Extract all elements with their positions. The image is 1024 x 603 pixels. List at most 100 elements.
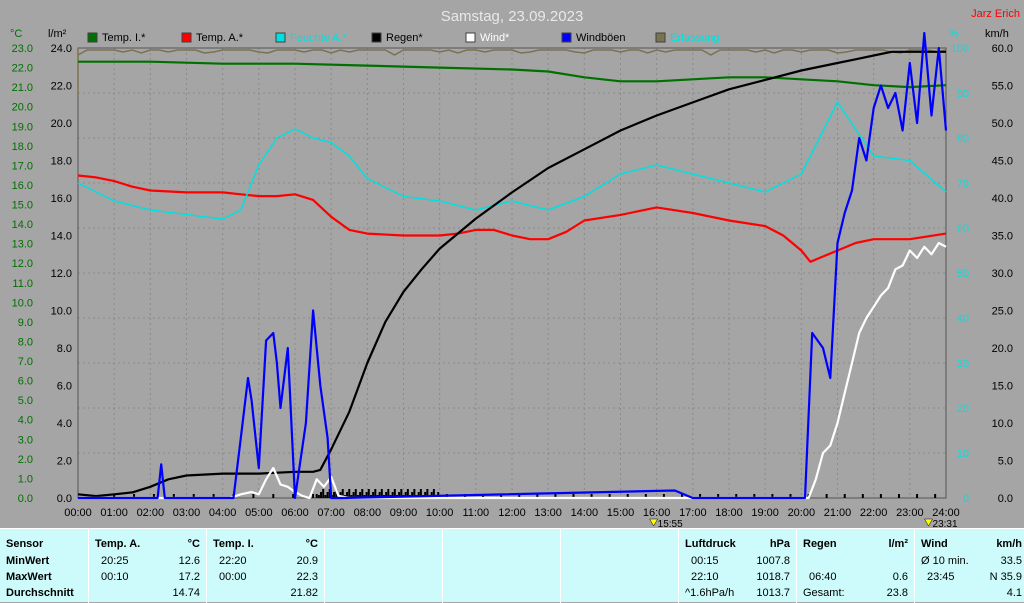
tick-hum-8: 80 [957, 133, 969, 145]
wind-max-time: 23:45 [927, 571, 955, 583]
rain-bar-12 [317, 495, 320, 498]
legend-swatch-2 [275, 32, 286, 43]
wind-unit: km/h [996, 538, 1022, 550]
tick-rain-8: 16.0 [51, 193, 72, 205]
rain-total-label: Gesamt: [803, 587, 845, 599]
tick-x-20: 20:00 [788, 507, 816, 519]
tick-temp-23: 23.0 [12, 43, 33, 55]
pressure-trend: ^1.6hPa/h [685, 587, 735, 599]
wind-column: Wind km/h Ø 10 min. 33.5 23:45 N 35.9 4.… [914, 529, 1024, 603]
tick-x-3: 03:00 [173, 507, 201, 519]
tick-temp-9: 9.0 [18, 317, 33, 329]
rain-bar-10 [312, 494, 315, 498]
pressure-max-time: 22:10 [691, 571, 719, 583]
tick-rain-1: 2.0 [57, 456, 72, 468]
legend-label-4: Wind* [480, 32, 510, 44]
legend-swatch-0 [87, 32, 98, 43]
tick-temp-4: 4.0 [18, 415, 33, 427]
temp-a-avg: 14.74 [172, 587, 200, 599]
tick-temp-7: 7.0 [18, 356, 33, 368]
tick-hum-4: 40 [957, 313, 969, 325]
tick-wind-0: 0.0 [998, 493, 1013, 505]
legend-label-0: Temp. I.* [102, 32, 146, 44]
tick-temp-11: 11.0 [12, 278, 33, 290]
tick-x-1: 01:00 [100, 507, 128, 519]
temp-a-max-val: 17.2 [178, 571, 200, 583]
temp-a-min-val: 12.6 [178, 555, 200, 567]
tick-hum-9: 90 [957, 88, 969, 100]
unit-hum: % [949, 28, 959, 40]
rain-bar-89 [825, 494, 828, 498]
tick-x-12: 12:00 [498, 507, 526, 519]
tick-temp-19: 19.0 [12, 121, 33, 133]
sensor-header: Sensor [6, 538, 44, 550]
rain-bar-11 [315, 494, 318, 498]
tick-hum-5: 50 [957, 268, 969, 280]
pressure-column: Luftdruck hPa 00:15 1007.8 22:10 1018.7 … [678, 529, 796, 603]
tick-x-7: 07:00 [317, 507, 345, 519]
temp-a-min-time: 20:25 [101, 555, 129, 567]
tick-temp-3: 3.0 [18, 434, 33, 446]
max-row-label: MaxWert [6, 571, 52, 583]
pressure-min-time: 00:15 [691, 555, 719, 567]
rain-bar-8 [272, 494, 275, 498]
unit-wind: km/h [985, 28, 1009, 40]
tick-x-11: 11:00 [462, 507, 489, 519]
rain-bar-14 [322, 489, 325, 498]
rain-bar-15 [324, 495, 327, 498]
tick-x-10: 10:00 [426, 507, 454, 519]
tick-rain-2: 4.0 [57, 418, 72, 430]
tick-rain-11: 22.0 [51, 81, 72, 93]
tick-rain-5: 10.0 [51, 306, 72, 318]
rain-bar-13 [320, 492, 323, 498]
tick-rain-3: 6.0 [57, 381, 72, 393]
min-row-label: MinWert [6, 555, 50, 567]
tick-x-8: 08:00 [354, 507, 382, 519]
tick-x-9: 09:00 [390, 507, 418, 519]
wind-avg-label: Ø 10 min. [921, 555, 969, 567]
temp-i-avg: 21.82 [290, 587, 318, 599]
tick-temp-6: 6.0 [18, 376, 33, 388]
tick-hum-6: 60 [957, 223, 969, 235]
tick-temp-22: 22.0 [12, 63, 33, 75]
tick-temp-1: 1.0 [18, 473, 33, 485]
wind-avg-val: 33.5 [1000, 555, 1022, 567]
rain-unit: l/m² [888, 538, 908, 550]
rain-max-time: 06:40 [809, 571, 837, 583]
tick-temp-21: 21.0 [12, 82, 33, 94]
tick-hum-1: 10 [957, 448, 969, 460]
chart-title: Samstag, 23.09.2023 [441, 8, 584, 25]
tick-x-17: 17:00 [679, 507, 707, 519]
tick-x-18: 18:00 [715, 507, 743, 519]
tick-wind-4: 20.0 [992, 343, 1013, 355]
tick-wind-7: 35.0 [992, 231, 1013, 243]
tick-rain-7: 14.0 [51, 231, 72, 243]
tick-wind-6: 30.0 [992, 268, 1013, 280]
temp-i-min-val: 20.9 [296, 555, 318, 567]
tick-wind-11: 55.0 [992, 81, 1013, 93]
tick-rain-4: 8.0 [57, 343, 72, 355]
pressure-min-val: 1007.8 [756, 555, 790, 567]
tick-temp-5: 5.0 [18, 395, 33, 407]
unit-temp: °C [10, 28, 22, 40]
legend-label-2: Feuchte A.* [290, 32, 348, 44]
pressure-label: Luftdruck [685, 538, 736, 550]
tick-x-13: 13:00 [534, 507, 562, 519]
tick-wind-10: 50.0 [992, 118, 1013, 130]
wind-max-val: N 35.9 [989, 571, 1022, 583]
tick-rain-12: 24.0 [51, 43, 72, 55]
temp-i-max-time: 00:00 [219, 571, 247, 583]
empty-column-3 [560, 529, 678, 603]
temp-i-max-val: 22.3 [296, 571, 318, 583]
tick-hum-7: 70 [957, 178, 969, 190]
tick-temp-15: 15.0 [12, 200, 33, 212]
tick-rain-6: 12.0 [51, 268, 72, 280]
unit-rain: l/m² [48, 28, 67, 40]
tick-temp-10: 10.0 [12, 297, 33, 309]
tick-hum-2: 20 [957, 403, 969, 415]
wind-label: Wind [921, 538, 948, 550]
tick-hum-3: 30 [957, 358, 969, 370]
rain-bar-91 [861, 494, 864, 498]
rain-bar-7 [252, 494, 255, 498]
temp-a-label: Temp. A. [95, 538, 141, 550]
